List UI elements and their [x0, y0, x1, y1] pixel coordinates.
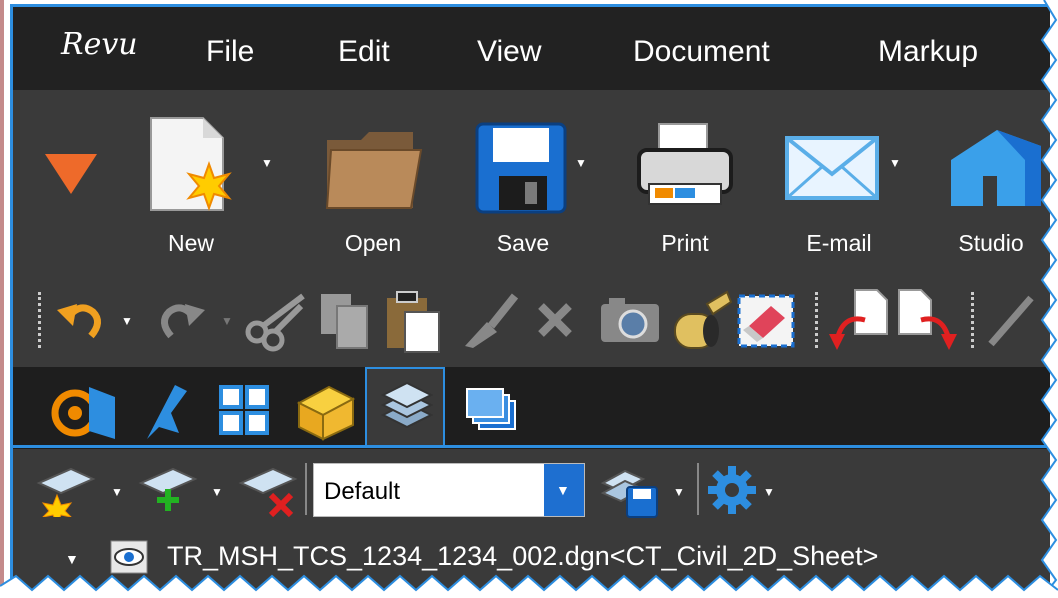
- studio-label: Studio: [958, 230, 1024, 256]
- stacked-windows-icon: [466, 388, 516, 430]
- cut-icon[interactable]: [243, 288, 309, 352]
- tab-tool-chest[interactable]: [285, 373, 365, 445]
- redo-dropdown-caret[interactable]: ▼: [221, 314, 233, 328]
- rotate-left-icon[interactable]: [829, 286, 891, 354]
- menu-view[interactable]: View: [477, 35, 541, 69]
- layers-toolbar: ▼ ▼ Default ▼ ▼ ▼: [13, 449, 1050, 529]
- tape-measure-icon[interactable]: [667, 284, 733, 354]
- layers-toolbar-separator-2: [697, 463, 699, 515]
- menu-markup[interactable]: Markup: [878, 35, 978, 69]
- open-button[interactable]: Open: [313, 110, 433, 260]
- save-layer-state-caret[interactable]: ▼: [673, 485, 685, 499]
- toolbar-separator-2: [971, 292, 974, 348]
- floppy-disk-icon: [475, 122, 567, 214]
- layer-file-name: TR_MSH_TCS_1234_1234_002.dgn<CT_Civil_2D…: [167, 541, 879, 571]
- rotate-right-icon[interactable]: [895, 286, 957, 354]
- app-logo[interactable]: Revu: [61, 27, 138, 62]
- left-border-strip: [0, 0, 4, 598]
- folder-icon: [325, 132, 423, 209]
- layers-icon: [380, 381, 434, 429]
- tab-bookmarks[interactable]: [125, 373, 205, 445]
- quick-access-menu-icon[interactable]: [43, 152, 99, 196]
- tab-spaces[interactable]: [453, 373, 533, 445]
- copy-icon[interactable]: [317, 288, 373, 352]
- bookmark-icon: [147, 385, 187, 439]
- printer-icon: [637, 123, 733, 205]
- delete-layer-icon[interactable]: [237, 461, 301, 521]
- menu-bar: Revu File Edit View Document Markup: [13, 7, 1050, 90]
- new-layer-icon[interactable]: [35, 461, 99, 517]
- layer-state-value: Default: [324, 478, 401, 505]
- email-dropdown-caret[interactable]: ▼: [889, 156, 901, 170]
- undo-icon[interactable]: [51, 290, 111, 350]
- envelope-icon: [785, 136, 879, 200]
- paste-icon[interactable]: [383, 286, 443, 354]
- tab-thumbnails[interactable]: [205, 373, 285, 445]
- add-layer-icon[interactable]: [137, 461, 201, 517]
- snapshot-camera-icon[interactable]: [597, 290, 663, 350]
- toolbar-grip: [38, 292, 41, 348]
- new-button[interactable]: New: [131, 110, 251, 260]
- new-dropdown-caret[interactable]: ▼: [261, 156, 273, 170]
- open-label: Open: [344, 230, 402, 256]
- panel-tab-strip: [13, 367, 1050, 449]
- studio-icon: [951, 130, 1041, 206]
- pen-icon[interactable]: [985, 290, 1035, 350]
- save-button[interactable]: Save: [463, 110, 583, 260]
- main-toolbar: New ▼ Open Save ▼ Print E-mail ▼ Studio: [13, 90, 1050, 272]
- tab-recent[interactable]: [45, 373, 125, 445]
- settings-caret[interactable]: ▼: [763, 485, 775, 499]
- save-label: Save: [496, 230, 550, 256]
- visibility-eye-icon[interactable]: [109, 539, 149, 575]
- eraser-icon[interactable]: [735, 290, 797, 350]
- layer-state-dropdown[interactable]: Default ▼: [313, 463, 585, 517]
- menu-document[interactable]: Document: [633, 35, 770, 69]
- add-layer-caret[interactable]: ▼: [211, 485, 223, 499]
- redo-icon[interactable]: [151, 290, 211, 350]
- recent-files-icon: [51, 387, 115, 439]
- new-document-icon: [150, 117, 232, 211]
- format-painter-icon[interactable]: [457, 288, 521, 352]
- undo-dropdown-caret[interactable]: ▼: [121, 314, 133, 328]
- tab-underline: [13, 445, 1050, 448]
- dropdown-button[interactable]: ▼: [544, 464, 584, 516]
- screenshot-frame: Revu File Edit View Document Markup New: [0, 0, 1058, 598]
- new-label: New: [167, 230, 214, 256]
- torn-edge-right: [1040, 0, 1058, 598]
- save-layer-state-icon[interactable]: [599, 461, 663, 521]
- tool-chest-icon: [296, 385, 356, 441]
- email-label: E-mail: [806, 230, 872, 256]
- gear-icon[interactable]: [705, 463, 759, 517]
- chevron-down-icon: ▼: [556, 482, 570, 498]
- email-button[interactable]: E-mail: [779, 110, 899, 260]
- toolbar-separator: [815, 292, 818, 348]
- menu-edit[interactable]: Edit: [338, 35, 390, 69]
- new-layer-caret[interactable]: ▼: [111, 485, 123, 499]
- studio-button[interactable]: Studio: [941, 110, 1041, 260]
- expand-chevron-icon[interactable]: ▼: [65, 551, 79, 567]
- thumbnails-grid-icon: [219, 385, 269, 435]
- delete-icon[interactable]: [533, 298, 577, 342]
- layers-toolbar-separator: [305, 463, 307, 515]
- torn-edge-bottom: [0, 574, 1058, 598]
- menu-file[interactable]: File: [206, 35, 254, 69]
- tab-layers[interactable]: [365, 367, 445, 447]
- print-button[interactable]: Print: [625, 110, 745, 260]
- save-dropdown-caret[interactable]: ▼: [575, 156, 587, 170]
- edit-toolbar: ▼ ▼: [13, 272, 1050, 367]
- app-window: Revu File Edit View Document Markup New: [10, 4, 1050, 594]
- print-label: Print: [661, 230, 709, 256]
